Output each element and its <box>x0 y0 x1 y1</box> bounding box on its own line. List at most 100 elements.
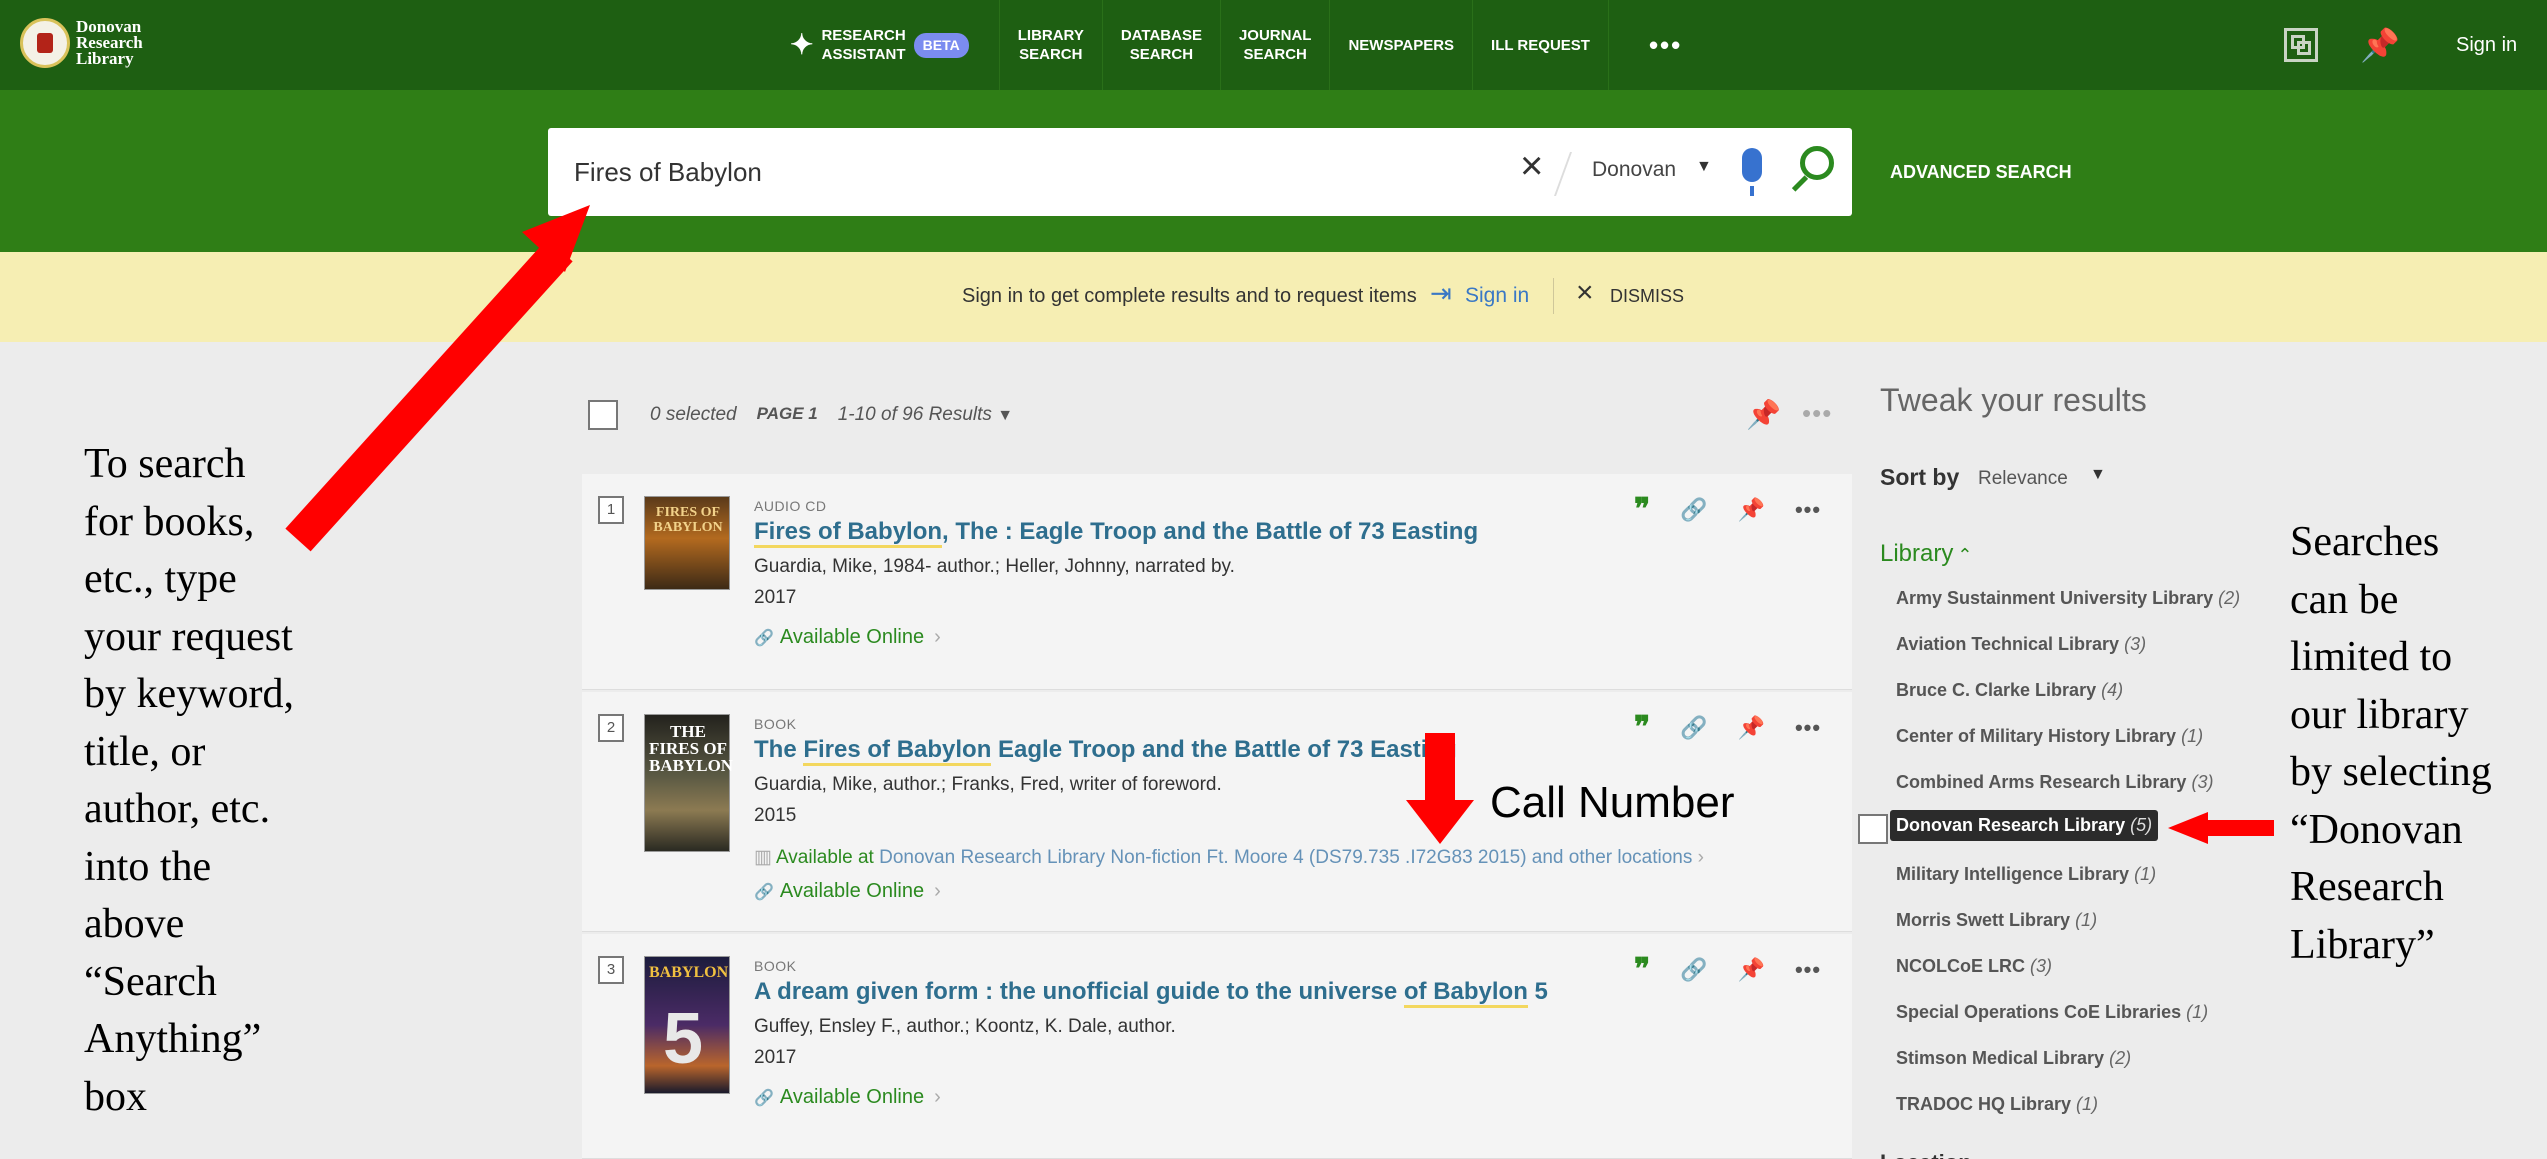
result-title-link[interactable]: A dream given form : the unofficial guid… <box>754 978 1548 1008</box>
result-card[interactable]: 1 FIRES OF BABYLON Audio CD Fires of Bab… <box>582 474 1852 690</box>
result-number[interactable]: 2 <box>598 714 624 742</box>
annotation-search-instructions: To search for books, etc., type your req… <box>84 436 334 1126</box>
available-online-link[interactable]: 🔗 Available Online › <box>754 880 941 903</box>
title-part: , The : Eagle Troop and the Battle of 73… <box>942 518 1479 545</box>
link-icon[interactable]: 🔗 <box>1680 497 1707 523</box>
nav-database-search[interactable]: Database Search <box>1103 0 1221 90</box>
result-title-link[interactable]: Fires of Babylon, The : Eagle Troop and … <box>754 518 1479 548</box>
facet-item[interactable]: Aviation Technical Library (3) <box>1896 634 2146 655</box>
facet-library-heading[interactable]: Library ⌃ <box>1880 540 1972 568</box>
annotation-line: by selecting <box>2290 749 2492 795</box>
dismiss-button[interactable]: DISMISS <box>1610 286 1684 307</box>
library-logo[interactable]: Donovan Research Library <box>20 18 143 68</box>
chevron-down-icon[interactable]: ▼ <box>1696 158 1712 176</box>
available-online-label: Available Online <box>779 1086 925 1108</box>
chevron-down-icon[interactable]: ▼ <box>2090 466 2106 484</box>
pin-icon[interactable]: 📌 <box>1746 398 1781 431</box>
facet-item[interactable]: Military Intelligence Library (1) <box>1896 864 2156 885</box>
result-number[interactable]: 3 <box>598 956 624 984</box>
available-online-link[interactable]: 🔗 Available Online › <box>754 626 941 649</box>
results-range[interactable]: 1-10 of 96 Results ▼ <box>838 404 1013 426</box>
link-icon[interactable]: 🔗 <box>1680 715 1707 741</box>
nav-ill-request[interactable]: ILL Request <box>1473 0 1609 90</box>
facet-item-donovan-research-library[interactable]: Donovan Research Library (5) <box>1890 810 2159 841</box>
annotation-line: “Search <box>84 958 217 1005</box>
facet-item[interactable]: Center of Military History Library (1) <box>1896 726 2203 747</box>
facet-item[interactable]: Army Sustainment University Library (2) <box>1896 588 2240 609</box>
facet-count: (1) <box>2076 1094 2099 1114</box>
nav-newspapers[interactable]: Newspapers <box>1330 0 1474 90</box>
facet-next-heading[interactable]: Location <box>1880 1150 1972 1159</box>
pin-icon[interactable]: 📌 <box>1738 715 1765 741</box>
nav-more-icon[interactable]: ••• <box>1609 0 1722 90</box>
sort-select[interactable]: Relevance <box>1978 468 2068 490</box>
chevron-up-icon: ⌃ <box>1957 545 1973 565</box>
results-summary: 0 selected PAGE 1 1-10 of 96 Results ▼ <box>650 404 1013 426</box>
banner-divider <box>1553 278 1554 314</box>
result-title-link[interactable]: The Fires of Babylon Eagle Troop and the… <box>754 736 1457 766</box>
select-all-checkbox[interactable] <box>588 400 618 430</box>
search-icon[interactable] <box>1800 146 1834 180</box>
more-icon[interactable]: ••• <box>1795 497 1821 523</box>
pin-icon[interactable]: 📌 <box>1738 957 1765 983</box>
pin-icon[interactable]: 📌 <box>1738 497 1765 523</box>
result-type: Book <box>754 716 797 732</box>
qr-code-icon[interactable] <box>2284 28 2318 62</box>
close-icon[interactable]: × <box>1576 276 1594 310</box>
annotation-line: author, etc. <box>84 786 271 832</box>
chevron-down-icon[interactable]: ▼ <box>997 407 1013 424</box>
citation-icon[interactable]: ❞ <box>1634 492 1650 527</box>
facet-item[interactable]: TRADOC HQ Library (1) <box>1896 1094 2098 1115</box>
clear-icon[interactable]: × <box>1520 144 1543 189</box>
annotation-line: box <box>84 1073 147 1120</box>
facet-name: Center of Military History Library <box>1896 726 2177 746</box>
link-icon: 🔗 <box>754 884 774 901</box>
facet-item[interactable]: Special Operations CoE Libraries (1) <box>1896 1002 2208 1023</box>
title-part: The <box>754 736 804 763</box>
facet-name: TRADOC HQ Library <box>1896 1094 2072 1114</box>
results-range-label: 1-10 of 96 Results <box>837 404 992 425</box>
result-thumbnail[interactable]: FIRES OF BABYLON <box>644 496 730 590</box>
more-icon[interactable]: ••• <box>1802 398 1832 429</box>
top-navigation-bar: Donovan Research Library ✦ Research Assi… <box>0 0 2547 90</box>
nav-journal-search[interactable]: Journal Search <box>1221 0 1331 90</box>
facet-item[interactable]: NCOLCoE LRC (3) <box>1896 956 2052 977</box>
facet-item[interactable]: Combined Arms Research Library (3) <box>1896 772 2213 793</box>
facet-item[interactable]: Stimson Medical Library (2) <box>1896 1048 2131 1069</box>
available-online-link[interactable]: 🔗 Available Online › <box>754 1086 941 1109</box>
banner-sign-in-link[interactable]: Sign in <box>1465 284 1529 308</box>
annotation-line: can be <box>2290 576 2399 623</box>
physical-availability-link[interactable]: ▥ Available at Donovan Research Library N… <box>754 846 1708 869</box>
mic-icon[interactable] <box>1742 148 1762 196</box>
nav-library-search[interactable]: Library Search <box>1000 0 1103 90</box>
advanced-search-link[interactable]: ADVANCED SEARCH <box>1890 162 2072 183</box>
result-number[interactable]: 1 <box>598 496 624 524</box>
search-input[interactable] <box>574 128 1474 216</box>
facet-item[interactable]: Morris Swett Library (1) <box>1896 910 2097 931</box>
sign-in-icon[interactable]: ⇥ <box>1430 278 1452 309</box>
nav-research-assistant[interactable]: ✦ Research Assistant BETA <box>760 0 1000 90</box>
facet-count: (5) <box>2130 815 2153 835</box>
facet-include-checkbox[interactable] <box>1858 814 1888 844</box>
annotation-line: Searches <box>2290 519 2440 565</box>
facet-item[interactable]: Bruce C. Clarke Library (4) <box>1896 680 2123 701</box>
citation-icon[interactable]: ❞ <box>1634 952 1650 987</box>
thumbnail-number: 5 <box>663 999 704 1079</box>
more-icon[interactable]: ••• <box>1795 715 1821 741</box>
search-scope-select[interactable]: Donovan <box>1592 158 1676 182</box>
annotation-line: Anything” <box>84 1016 262 1062</box>
thumbnail-title: BABYLON <box>649 964 729 981</box>
link-icon[interactable]: 🔗 <box>1680 957 1707 983</box>
sign-in-link[interactable]: Sign in <box>2456 34 2517 57</box>
result-card[interactable]: 3 BABYLON 5 Book A dream given form : th… <box>582 934 1852 1159</box>
pin-icon[interactable]: 📌 <box>2360 26 2400 64</box>
result-thumbnail[interactable]: THE FIRES OF BABYLON <box>644 714 733 852</box>
chevron-right-icon: › <box>934 1086 941 1108</box>
citation-icon[interactable]: ❞ <box>1634 710 1650 745</box>
result-thumbnail[interactable]: BABYLON 5 <box>644 956 730 1094</box>
facet-count: (1) <box>2181 726 2204 746</box>
annotation-line: our library <box>2290 691 2469 738</box>
search-divider <box>1553 152 1573 196</box>
more-icon[interactable]: ••• <box>1795 957 1821 983</box>
facet-name: Army Sustainment University Library <box>1896 588 2214 608</box>
